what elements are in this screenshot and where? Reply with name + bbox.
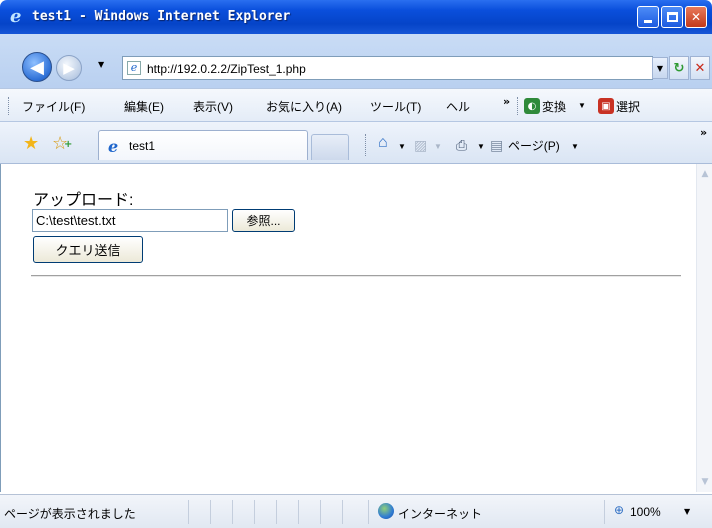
minimize-icon bbox=[644, 19, 652, 23]
maximize-icon bbox=[666, 12, 678, 22]
close-button[interactable]: ✕ bbox=[685, 6, 707, 28]
menu-file[interactable]: ファイル(F) bbox=[22, 98, 85, 115]
status-divider bbox=[604, 500, 605, 524]
status-divider bbox=[188, 500, 189, 524]
page-icon: e bbox=[127, 61, 141, 75]
back-arrow-icon: ◀ bbox=[30, 56, 44, 78]
refresh-button[interactable]: ↻ bbox=[669, 56, 689, 80]
status-message: ページが表示されました bbox=[4, 507, 136, 521]
close-icon: ✕ bbox=[690, 10, 702, 24]
address-bar[interactable]: e http://192.0.2.2/ZipTest_1.php bbox=[122, 56, 653, 80]
toolbar-grip bbox=[8, 97, 10, 115]
zoom-icon[interactable]: ⊕ bbox=[614, 503, 624, 517]
address-dropdown-button[interactable]: ▼ bbox=[652, 57, 668, 79]
stop-icon: ✕ bbox=[694, 60, 706, 76]
scroll-up-icon[interactable]: ▲ bbox=[698, 166, 712, 182]
add-favorites-icon[interactable]: ☆ + bbox=[52, 133, 72, 154]
new-tab-button[interactable] bbox=[311, 134, 349, 160]
address-url[interactable]: http://192.0.2.2/ZipTest_1.php bbox=[147, 62, 306, 76]
status-divider bbox=[276, 500, 277, 524]
menu-bar: ファイル(F) 編集(E) 表示(V) お気に入り(A) ツール(T) ヘル »… bbox=[0, 88, 712, 122]
menu-edit[interactable]: 編集(E) bbox=[124, 98, 164, 115]
command-overflow-icon[interactable]: » bbox=[700, 126, 707, 139]
minimize-button[interactable] bbox=[637, 6, 659, 28]
chevron-down-icon: ▼ bbox=[656, 63, 664, 73]
upload-label: アップロード: bbox=[33, 192, 134, 209]
status-divider bbox=[232, 500, 233, 524]
status-bar: ページが表示されました インターネット ⊕ 100% ▼ bbox=[0, 494, 712, 528]
page-menu-button[interactable]: ページ(P) bbox=[508, 137, 560, 154]
horizontal-rule bbox=[31, 275, 681, 277]
forward-arrow-icon: ▶ bbox=[63, 59, 75, 77]
menu-favorites[interactable]: お気に入り(A) bbox=[266, 98, 342, 115]
menu-overflow-icon[interactable]: » bbox=[503, 95, 510, 108]
status-divider bbox=[342, 500, 343, 524]
security-zone-label: インターネット bbox=[398, 507, 483, 521]
feeds-icon[interactable]: ▨ bbox=[414, 137, 427, 154]
home-dropdown-icon[interactable]: ▼ bbox=[398, 142, 406, 151]
file-path-input[interactable] bbox=[32, 209, 228, 232]
select-button[interactable]: 選択 bbox=[616, 98, 640, 115]
maximize-button[interactable] bbox=[661, 6, 683, 28]
tab-label: test1 bbox=[129, 139, 156, 153]
convert-button[interactable]: 変換 bbox=[542, 98, 566, 115]
print-icon[interactable]: ⎙ bbox=[456, 137, 467, 154]
status-divider bbox=[368, 500, 369, 524]
ie-page-icon: e bbox=[108, 137, 119, 156]
back-button[interactable]: ◀ bbox=[22, 52, 52, 82]
home-icon[interactable]: ⌂ bbox=[378, 134, 388, 152]
page-menu-icon: ▤ bbox=[490, 137, 504, 153]
browse-button[interactable]: 参照... bbox=[232, 209, 295, 232]
menu-tools[interactable]: ツール(T) bbox=[370, 98, 421, 115]
tab-test1[interactable]: e test1 bbox=[98, 130, 308, 160]
feeds-dropdown-icon[interactable]: ▼ bbox=[434, 142, 442, 151]
window-title: test1 - Windows Internet Explorer bbox=[32, 9, 291, 24]
menu-view[interactable]: 表示(V) bbox=[193, 98, 233, 115]
menu-separator bbox=[517, 97, 518, 115]
zoom-dropdown-icon[interactable]: ▼ bbox=[684, 507, 690, 516]
vertical-scrollbar[interactable]: ▲ ▼ bbox=[696, 164, 712, 492]
print-dropdown-icon[interactable]: ▼ bbox=[477, 142, 485, 151]
menu-help[interactable]: ヘル bbox=[446, 98, 470, 115]
ie-logo-icon: e bbox=[10, 6, 22, 27]
status-divider bbox=[320, 500, 321, 524]
title-bar: e test1 - Windows Internet Explorer ✕ bbox=[0, 0, 712, 34]
status-divider bbox=[254, 500, 255, 524]
zoom-level[interactable]: 100% bbox=[630, 505, 661, 519]
history-dropdown-icon[interactable]: ▼ bbox=[98, 60, 104, 69]
command-bar-grip bbox=[365, 134, 367, 156]
status-divider bbox=[210, 500, 211, 524]
forward-button[interactable]: ▶ bbox=[56, 55, 82, 81]
page-menu-dropdown-icon[interactable]: ▼ bbox=[571, 142, 579, 151]
stop-button[interactable]: ✕ bbox=[690, 56, 710, 80]
refresh-icon: ↻ bbox=[673, 60, 685, 76]
scroll-down-icon[interactable]: ▼ bbox=[698, 474, 712, 490]
select-icon: ▣ bbox=[598, 98, 614, 114]
convert-icon: ◐ bbox=[524, 98, 540, 114]
favorites-star-icon[interactable]: ★ bbox=[23, 133, 39, 154]
convert-dropdown-icon[interactable]: ▼ bbox=[578, 101, 586, 110]
internet-zone-icon bbox=[378, 503, 394, 519]
status-divider bbox=[298, 500, 299, 524]
submit-query-button[interactable]: クエリ送信 bbox=[33, 236, 143, 263]
